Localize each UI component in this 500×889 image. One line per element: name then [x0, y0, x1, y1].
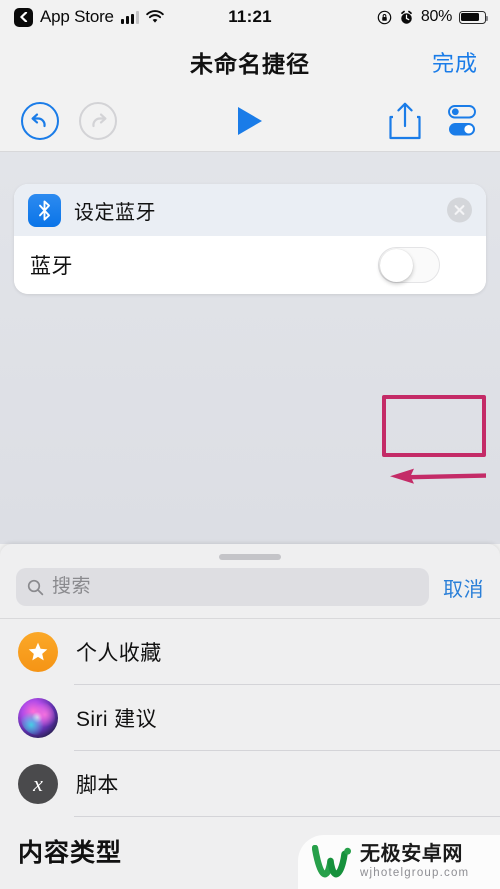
editor-toolbar: [0, 90, 500, 152]
watermark-site-name: 无极安卓网: [360, 843, 463, 866]
cancel-button[interactable]: 取消: [443, 573, 484, 602]
done-button[interactable]: 完成: [432, 46, 478, 78]
share-button[interactable]: [388, 101, 422, 141]
action-title: 设定蓝牙: [74, 201, 156, 224]
action-parameter-row: 蓝牙: [14, 236, 486, 294]
status-bar-right: 80%: [377, 8, 489, 26]
list-item-siri-suggestions[interactable]: Siri 建议: [0, 685, 500, 751]
rotation-lock-icon: [377, 10, 392, 24]
search-icon: [27, 579, 44, 595]
shortcut-title[interactable]: 未命名捷径: [190, 45, 310, 79]
siri-orb-icon: [18, 698, 58, 738]
play-button[interactable]: [228, 101, 272, 141]
bluetooth-icon: [28, 193, 61, 227]
bluetooth-toggle-switch[interactable]: [378, 247, 440, 283]
battery-icon: [459, 10, 489, 24]
list-item-label: Siri 建议: [76, 708, 157, 731]
action-card-set-bluetooth[interactable]: 设定蓝牙 蓝牙: [14, 184, 486, 294]
star-icon: [18, 632, 58, 672]
battery-percent-label: 80%: [420, 8, 452, 25]
w-logo-icon: [312, 845, 351, 878]
list-divider: [74, 816, 500, 817]
site-watermark: 无极安卓网 wjhotelgroup.com: [298, 835, 500, 889]
search-input[interactable]: [52, 576, 418, 598]
shortcut-canvas: 设定蓝牙 蓝牙: [0, 152, 500, 544]
search-field-wrapper[interactable]: [16, 568, 429, 606]
list-item-favorites[interactable]: 个人收藏: [0, 619, 500, 685]
redo-button[interactable]: [78, 101, 118, 141]
action-card-header: 设定蓝牙: [14, 184, 486, 236]
annotation-arrow-icon: [390, 468, 486, 484]
list-item-scripting[interactable]: x 脚本: [0, 751, 500, 817]
script-x-icon: x: [18, 764, 58, 804]
parameter-label: 蓝牙: [30, 255, 73, 278]
list-item-label: 脚本: [76, 774, 119, 797]
shortcuts-app-screen: App Store 11:21 80% 未命名捷径 完成 设定蓝牙 蓝牙 搜索 …: [0, 0, 500, 889]
undo-button[interactable]: [20, 101, 60, 141]
close-icon: [454, 205, 465, 215]
status-bar: App Store 11:21 80%: [0, 0, 500, 34]
watermark-site-url: wjhotelgroup.com: [360, 867, 470, 880]
close-action-button[interactable]: [447, 197, 472, 223]
navigation-bar: 未命名捷径 完成: [0, 34, 500, 90]
watermark-text: 无极安卓网 wjhotelgroup.com: [360, 843, 470, 880]
search-bar: 取消: [0, 560, 500, 619]
shortcut-settings-button[interactable]: [442, 102, 482, 140]
annotation-highlight-box: [382, 395, 486, 457]
script-x-glyph: x: [33, 771, 43, 796]
alarm-clock-icon: [401, 10, 412, 24]
list-item-label: 个人收藏: [76, 642, 162, 665]
